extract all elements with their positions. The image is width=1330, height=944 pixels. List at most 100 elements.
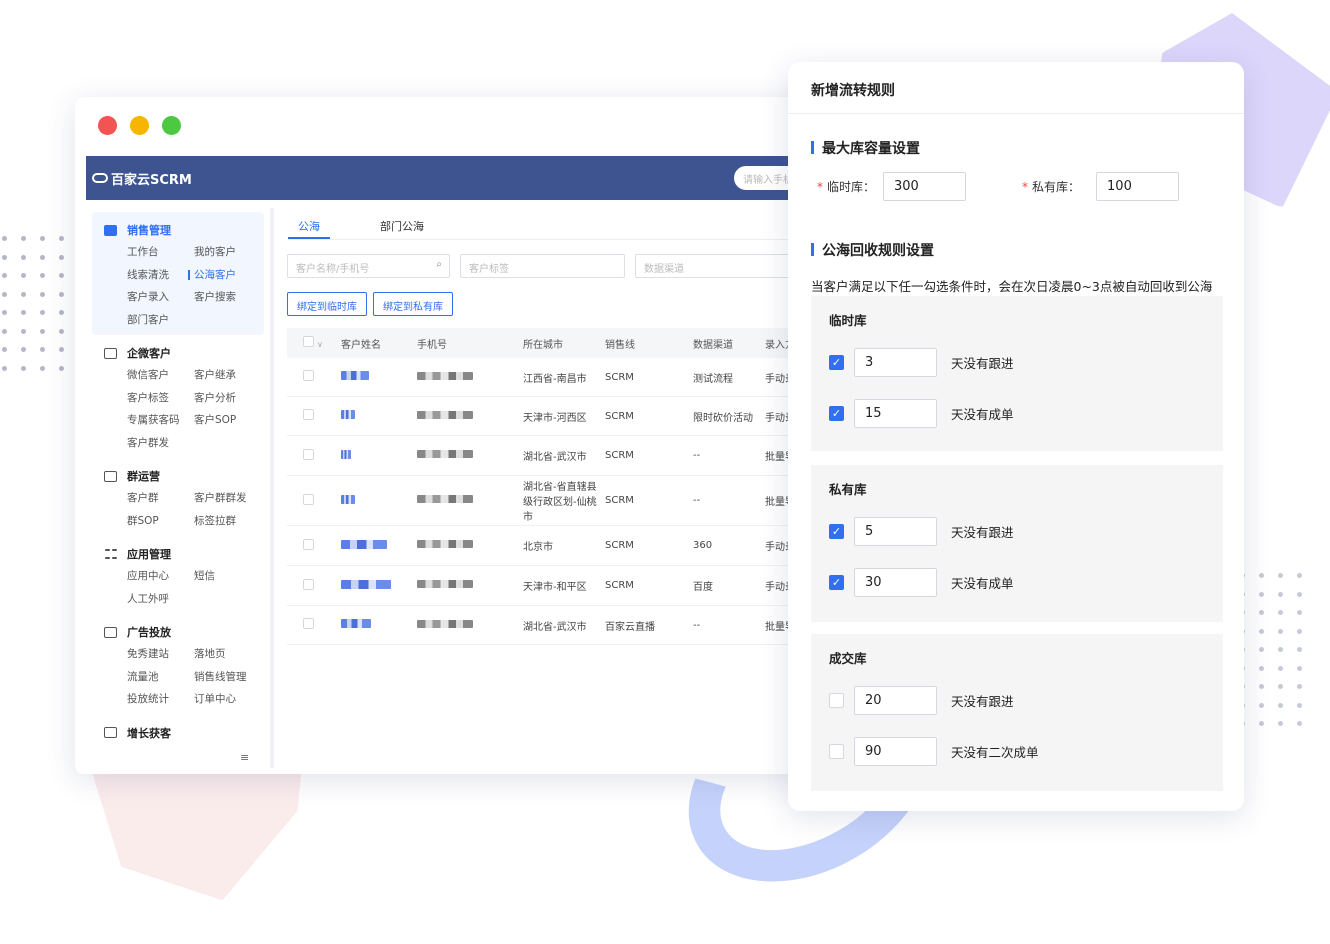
stage: 百家云SCRM 请输入手机 销售管理 工作台 我的客户 线索清洗 公海客户 客户录入 客户搜…: [0, 0, 1330, 944]
table-row[interactable]: 北京市 SCRM 360 手动录: [287, 526, 815, 566]
rule-days-input[interactable]: 15: [854, 399, 937, 428]
decor-dot: [1259, 610, 1264, 615]
sidebar-item[interactable]: 投放统计: [127, 688, 194, 711]
sidebar-item[interactable]: 人工外呼: [127, 588, 194, 611]
table-row[interactable]: 湖北省-省直辖县级行政区划-仙桃市 SCRM -- 批量导: [287, 476, 815, 526]
decor-dot: [1259, 591, 1264, 597]
sidebar-item[interactable]: 客户录入: [127, 286, 194, 309]
sidebar-item[interactable]: 微信客户: [127, 364, 194, 387]
rule-days-input[interactable]: 90: [854, 737, 937, 766]
customer-table: ∨ 客户姓名 手机号 所在城市 销售线 数据渠道 录入方 江西省-南昌市 SCRM…: [287, 328, 815, 645]
recycle-rule: ✓ 5 天没有跟进: [829, 517, 1014, 546]
sidebar-item[interactable]: 部门客户: [127, 309, 194, 332]
sidebar-item[interactable]: 订单中心: [194, 688, 264, 711]
temp-pool-capacity-input[interactable]: 300: [883, 172, 967, 201]
sidebar-item[interactable]: 工作台: [127, 241, 194, 264]
decor-dot: [1259, 573, 1264, 578]
sidebar: 销售管理 工作台 我的客户 线索清洗 公海客户 客户录入 客户搜索 部门客户 企微客户 微信客户客…: [86, 208, 270, 768]
ad-icon: [104, 626, 117, 638]
sidebar-group-header[interactable]: 销售管理: [92, 219, 264, 241]
row-checkbox[interactable]: [287, 618, 341, 632]
rule-days-input[interactable]: 5: [854, 517, 937, 546]
decor-dot: [40, 347, 45, 352]
decor-dot: [2, 236, 7, 241]
cell-channel: --: [693, 619, 701, 631]
sidebar-group-title: 群运营: [127, 470, 160, 483]
sidebar-item[interactable]: 专属获客码: [127, 409, 194, 432]
rule-days-input[interactable]: 3: [854, 348, 937, 377]
table-row[interactable]: 湖北省-武汉市 百家云直播 -- 批量导: [287, 606, 815, 645]
cell-sales-line: SCRM: [605, 371, 634, 383]
maximize-window-button[interactable]: [162, 116, 181, 135]
phone-masked: [417, 580, 523, 591]
rule-checkbox[interactable]: ✓: [829, 406, 844, 421]
sidebar-group-header[interactable]: 群运营: [86, 465, 270, 487]
bind-private-pool-button[interactable]: 绑定到私有库: [373, 292, 453, 316]
required-mark: *: [1022, 179, 1029, 194]
close-window-button[interactable]: [98, 116, 117, 135]
sidebar-group: 广告投放 免秀建站 落地页 流量池 销售线管理 投放统计 订单中心: [86, 614, 270, 715]
rule-checkbox[interactable]: [829, 693, 844, 708]
sidebar-item[interactable]: 销售线管理: [194, 666, 264, 689]
cell-channel: 360: [693, 540, 713, 551]
tab-public-pool[interactable]: 公海: [288, 208, 330, 239]
rule-checkbox[interactable]: ✓: [829, 575, 844, 590]
rule-days-input[interactable]: 20: [854, 686, 937, 715]
recycle-rule: 90 天没有二次成单: [829, 737, 1039, 766]
tab-dept-public-pool[interactable]: 部门公海: [370, 208, 434, 239]
sidebar-item[interactable]: 客户群发: [127, 432, 194, 455]
customer-tag-select[interactable]: 客户标签: [460, 254, 625, 278]
minimize-window-button[interactable]: [130, 116, 149, 135]
rule-days-input[interactable]: 30: [854, 568, 937, 597]
cell-city: 江西省-南昌市: [523, 373, 587, 385]
sidebar-item[interactable]: 标签拉群: [194, 510, 264, 533]
table-row[interactable]: 湖北省-武汉市 SCRM -- 批量导: [287, 436, 815, 476]
sidebar-group-header[interactable]: 广告投放: [86, 621, 270, 643]
table-row[interactable]: 天津市-河西区 SCRM 限时砍价活动 手动录: [287, 397, 815, 436]
collapse-sidebar-icon[interactable]: ≡: [240, 751, 249, 764]
rule-checkbox[interactable]: ✓: [829, 524, 844, 539]
sidebar-item[interactable]: 落地页: [194, 643, 264, 666]
private-pool-capacity-input[interactable]: 100: [1096, 172, 1180, 201]
tab-bar: 公海 部门公海: [288, 208, 815, 240]
sidebar-group-header[interactable]: 增长获客: [86, 722, 270, 744]
name-phone-search-input[interactable]: 客户名称/手机号 ⌕: [287, 254, 450, 278]
app-logo[interactable]: 百家云SCRM: [92, 169, 192, 188]
sidebar-item[interactable]: 我的客户: [194, 241, 264, 264]
sidebar-group-header[interactable]: 企微客户: [86, 342, 270, 364]
sidebar-item[interactable]: 客户群群发: [194, 487, 264, 510]
row-checkbox[interactable]: [287, 493, 341, 508]
sidebar-item[interactable]: 群SOP: [127, 510, 194, 533]
sidebar-item[interactable]: 客户标签: [127, 387, 194, 410]
cell-channel: --: [693, 495, 701, 506]
sidebar-item[interactable]: 线索清洗: [127, 264, 194, 287]
sidebar-item[interactable]: 客户继承: [194, 364, 264, 387]
logo-text: 百家云SCRM: [111, 172, 192, 188]
cell-channel: 限时砍价活动: [693, 412, 753, 424]
table-row[interactable]: 江西省-南昌市 SCRM 测试流程 手动录: [287, 358, 815, 397]
sidebar-group-header[interactable]: 应用管理: [86, 543, 270, 565]
sidebar-item[interactable]: 公海客户: [188, 264, 264, 287]
decor-dot: [1297, 573, 1302, 578]
sidebar-item[interactable]: 客户分析: [194, 387, 264, 410]
row-checkbox[interactable]: [287, 578, 341, 593]
sidebar-item[interactable]: 客户群: [127, 487, 194, 510]
row-checkbox[interactable]: [287, 538, 341, 553]
select-all-checkbox[interactable]: ∨: [287, 336, 341, 350]
capacity-row: * 临时库： 300 * 私有库： 100: [817, 172, 1180, 201]
apps-grid-icon: [104, 548, 117, 561]
bind-temp-pool-button[interactable]: 绑定到临时库: [287, 292, 367, 316]
rule-checkbox[interactable]: ✓: [829, 355, 844, 370]
row-checkbox[interactable]: [287, 370, 341, 384]
sidebar-item[interactable]: 短信: [194, 565, 264, 588]
row-checkbox[interactable]: [287, 448, 341, 463]
table-row[interactable]: 天津市-和平区 SCRM 百度 手动录: [287, 566, 815, 606]
sidebar-item[interactable]: 客户搜索: [194, 286, 264, 309]
sidebar-item[interactable]: 免秀建站: [127, 643, 194, 666]
sidebar-item[interactable]: 客户SOP: [194, 409, 264, 432]
rule-checkbox[interactable]: [829, 744, 844, 759]
sidebar-item[interactable]: 应用中心: [127, 565, 194, 588]
data-channel-select[interactable]: 数据渠道: [635, 254, 795, 278]
sidebar-item[interactable]: 流量池: [127, 666, 194, 689]
row-checkbox[interactable]: [287, 409, 341, 423]
